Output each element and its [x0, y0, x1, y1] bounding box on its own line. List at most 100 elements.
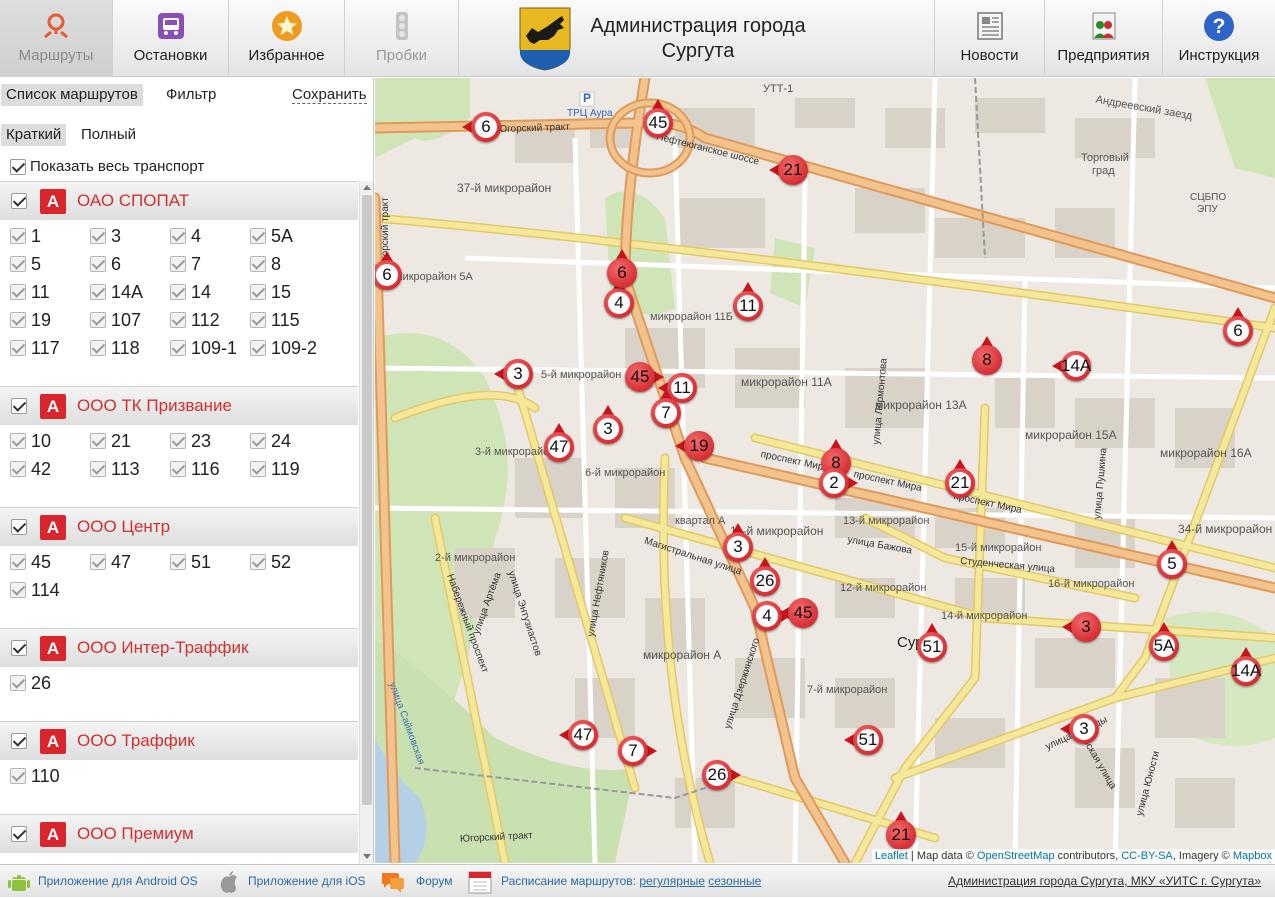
tab-route-list[interactable]: Список маршрутов: [1, 84, 143, 106]
save-link-wrap[interactable]: Сохранить: [287, 84, 372, 106]
android-app-link[interactable]: Приложение для Android OS: [38, 865, 198, 898]
route-toggle[interactable]: 21: [90, 429, 131, 453]
route-toggle[interactable]: 5: [10, 252, 41, 276]
route-checkbox[interactable]: [10, 461, 26, 477]
route-checkbox[interactable]: [10, 284, 26, 300]
route-vehicle-marker[interactable]: 14А: [1231, 647, 1261, 686]
show-all-checkbox[interactable]: [10, 159, 26, 176]
route-checkbox[interactable]: [170, 433, 186, 449]
route-checkbox[interactable]: [10, 228, 26, 244]
route-checkbox[interactable]: [250, 256, 266, 272]
route-checkbox[interactable]: [250, 554, 266, 570]
route-checkbox[interactable]: [170, 554, 186, 570]
company-checkbox[interactable]: [11, 193, 27, 209]
route-toggle[interactable]: 115: [250, 308, 300, 332]
route-toggle[interactable]: 109-1: [170, 336, 237, 360]
route-vehicle-marker[interactable]: 21: [886, 811, 916, 850]
company-header[interactable]: A ООО Премиум: [0, 814, 358, 853]
route-checkbox[interactable]: [10, 768, 26, 784]
cc-by-sa-link[interactable]: CC-BY-SA: [1121, 850, 1173, 862]
tab-traffic[interactable]: Пробки: [345, 0, 459, 77]
route-vehicle-marker[interactable]: 6: [607, 249, 637, 288]
route-toggle[interactable]: 10: [10, 429, 51, 453]
leaflet-link[interactable]: Leaflet: [875, 850, 908, 862]
company-header[interactable]: A ООО Центр: [0, 507, 358, 546]
route-toggle[interactable]: 112: [170, 308, 220, 332]
scroll-thumb[interactable]: [362, 195, 372, 805]
route-toggle[interactable]: 118: [90, 336, 140, 360]
route-vehicle-marker[interactable]: 11: [733, 282, 763, 321]
route-vehicle-marker[interactable]: 21: [945, 459, 975, 498]
route-toggle[interactable]: 7: [170, 252, 201, 276]
route-toggle[interactable]: 45: [10, 550, 51, 574]
route-vehicle-marker[interactable]: 19: [675, 431, 714, 461]
route-checkbox[interactable]: [250, 312, 266, 328]
route-vehicle-marker[interactable]: 26: [750, 557, 780, 596]
route-vehicle-marker[interactable]: 3: [723, 523, 753, 562]
sidebar-scrollbar[interactable]: [359, 181, 373, 863]
route-vehicle-marker[interactable]: 4: [752, 601, 791, 631]
route-checkbox[interactable]: [250, 340, 266, 356]
route-checkbox[interactable]: [250, 284, 266, 300]
route-vehicle-marker[interactable]: 7: [618, 736, 657, 766]
route-toggle[interactable]: 117: [10, 336, 60, 360]
route-vehicle-marker[interactable]: 6: [375, 251, 402, 290]
city-map[interactable]: 37-й микрорайон микрорайон 5А микрорайон…: [375, 78, 1275, 863]
show-all-transport-toggle[interactable]: Показать весь транспорт: [10, 158, 204, 176]
route-vehicle-marker[interactable]: 5: [1157, 540, 1187, 579]
tab-favorites[interactable]: Избранное: [229, 0, 345, 77]
tab-stops[interactable]: Остановки: [113, 0, 229, 77]
route-vehicle-marker[interactable]: 7: [651, 389, 681, 428]
schedule-regular-link[interactable]: регулярные: [639, 874, 705, 888]
route-toggle[interactable]: 113: [90, 457, 140, 481]
route-toggle[interactable]: 51: [170, 550, 211, 574]
tab-filter[interactable]: Фильтр: [161, 84, 221, 106]
company-checkbox[interactable]: [11, 826, 27, 842]
route-vehicle-marker[interactable]: 2: [819, 468, 858, 498]
route-checkbox[interactable]: [250, 228, 266, 244]
route-checkbox[interactable]: [170, 312, 186, 328]
route-vehicle-marker[interactable]: 21: [769, 155, 808, 185]
route-checkbox[interactable]: [10, 256, 26, 272]
route-toggle[interactable]: 52: [250, 550, 291, 574]
company-checkbox[interactable]: [11, 398, 27, 414]
route-vehicle-marker[interactable]: 51: [917, 623, 947, 662]
route-checkbox[interactable]: [10, 582, 26, 598]
route-toggle[interactable]: 114: [10, 578, 60, 602]
route-vehicle-marker[interactable]: 26: [702, 760, 741, 790]
mapbox-link[interactable]: Mapbox: [1233, 850, 1272, 862]
save-link[interactable]: Сохранить: [292, 86, 367, 104]
route-toggle[interactable]: 23: [170, 429, 211, 453]
route-checkbox[interactable]: [10, 433, 26, 449]
tab-instructions[interactable]: ? Инструкция: [1163, 0, 1275, 77]
route-toggle[interactable]: 11: [10, 280, 50, 304]
route-vehicle-marker[interactable]: 51: [844, 725, 883, 755]
route-vehicle-marker[interactable]: 5А: [1149, 622, 1179, 661]
route-checkbox[interactable]: [10, 675, 26, 691]
route-toggle[interactable]: 109-2: [250, 336, 317, 360]
route-toggle[interactable]: 14: [170, 280, 211, 304]
route-checkbox[interactable]: [90, 256, 106, 272]
route-toggle[interactable]: 110: [10, 764, 60, 788]
route-vehicle-marker[interactable]: 4: [604, 279, 634, 318]
ios-app-link[interactable]: Приложение для iOS: [248, 865, 366, 898]
company-header[interactable]: A ОАО СПОПАТ: [0, 181, 358, 220]
route-toggle[interactable]: 19: [10, 308, 51, 332]
scroll-up-arrow-icon[interactable]: [363, 185, 371, 190]
company-header[interactable]: A ООО Интер-Траффик: [0, 628, 358, 667]
route-toggle[interactable]: 24: [250, 429, 291, 453]
company-header[interactable]: A ООО ТК Призвание: [0, 386, 358, 425]
route-toggle[interactable]: 107: [90, 308, 141, 332]
route-vehicle-marker[interactable]: 3: [494, 359, 533, 389]
route-vehicle-marker[interactable]: 8: [972, 336, 1002, 375]
route-vehicle-marker[interactable]: 14А: [1052, 351, 1091, 381]
route-toggle[interactable]: 116: [170, 457, 220, 481]
company-checkbox[interactable]: [11, 733, 27, 749]
route-toggle[interactable]: 8: [250, 252, 281, 276]
scroll-down-arrow-icon[interactable]: [363, 854, 371, 859]
route-vehicle-marker[interactable]: 45: [779, 598, 818, 628]
route-vehicle-marker[interactable]: 3: [1060, 714, 1099, 744]
osm-link[interactable]: OpenStreetMap: [977, 850, 1055, 862]
tab-full-view[interactable]: Полный: [76, 124, 141, 146]
route-vehicle-marker[interactable]: 3: [1062, 612, 1101, 642]
